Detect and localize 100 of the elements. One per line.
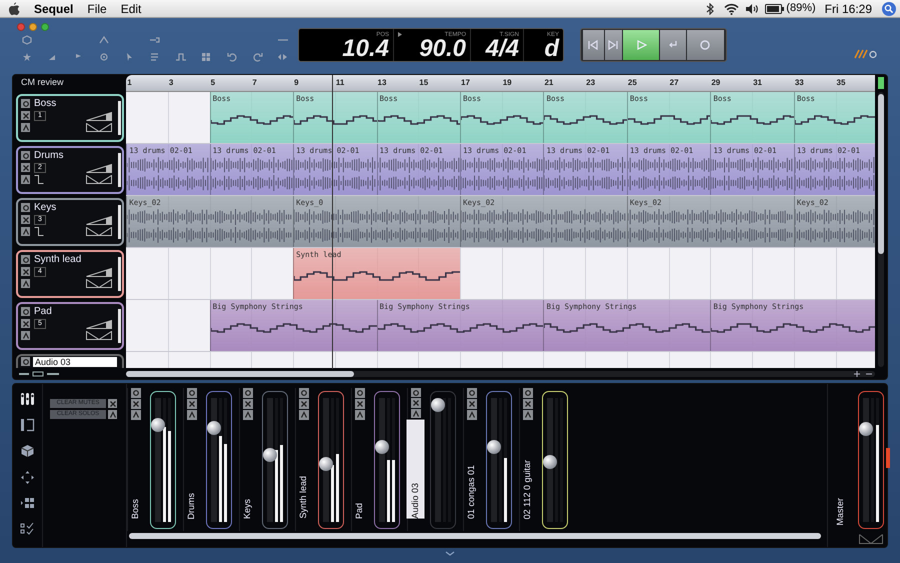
gear-icon[interactable]: [98, 52, 109, 62]
cube-icon[interactable]: [20, 444, 35, 458]
record-button[interactable]: [686, 30, 724, 60]
vertical-scrollbar[interactable]: [877, 77, 886, 367]
redo-icon[interactable]: [252, 52, 263, 62]
channel-fader[interactable]: [318, 391, 344, 529]
mute-button[interactable]: [243, 399, 253, 409]
pan-icon[interactable]: [86, 227, 112, 236]
volume-wedge-icon[interactable]: [86, 268, 112, 276]
list-icon[interactable]: [150, 52, 160, 62]
fader-knob[interactable]: [487, 440, 501, 454]
mute-button[interactable]: [467, 399, 477, 409]
record-arm-button[interactable]: [243, 388, 253, 398]
solo-button[interactable]: [187, 410, 197, 420]
app-menu[interactable]: Sequel: [34, 0, 74, 18]
mute-button[interactable]: [355, 399, 365, 409]
wrench-icon[interactable]: [150, 34, 160, 44]
record-arm-button[interactable]: [411, 388, 421, 398]
undo-icon[interactable]: [226, 52, 237, 62]
record-arm-button[interactable]: [131, 388, 141, 398]
mute-button[interactable]: [131, 399, 141, 409]
pan-icon[interactable]: [86, 175, 112, 184]
bluetooth-icon[interactable]: [706, 2, 714, 14]
pan-icon[interactable]: [86, 331, 112, 340]
solo-button[interactable]: [467, 410, 477, 420]
mute-button[interactable]: [21, 215, 30, 224]
speaker-arrow-icon[interactable]: [278, 52, 288, 62]
speaker-icon[interactable]: [745, 2, 760, 14]
solo-button[interactable]: [108, 410, 117, 419]
record-arm-button[interactable]: [21, 151, 30, 160]
horizontal-scrollbar[interactable]: [126, 370, 876, 378]
minimize-button[interactable]: [29, 23, 37, 31]
mute-button[interactable]: [21, 111, 30, 120]
end-button[interactable]: [604, 30, 622, 60]
solo-button[interactable]: [21, 227, 30, 236]
wifi-icon[interactable]: [724, 2, 740, 14]
battery-icon[interactable]: [765, 4, 784, 14]
step-icon[interactable]: [176, 52, 186, 62]
move-arrows-icon[interactable]: [20, 470, 35, 484]
zoom-button[interactable]: [41, 23, 49, 31]
checklist-icon[interactable]: [20, 522, 35, 536]
record-arm-button[interactable]: [355, 388, 365, 398]
volume-wedge-icon[interactable]: [86, 112, 112, 120]
solo-button[interactable]: [355, 410, 365, 420]
channel-fader[interactable]: [430, 391, 456, 529]
solo-button[interactable]: [523, 410, 533, 420]
solo-button[interactable]: [21, 331, 30, 340]
channel-fader[interactable]: [262, 391, 288, 529]
mute-button[interactable]: [21, 163, 30, 172]
fader-knob[interactable]: [263, 448, 277, 462]
menubar-clock[interactable]: Fri 16:29: [824, 0, 872, 18]
grid-icon[interactable]: [20, 496, 35, 510]
record-arm-button[interactable]: [21, 99, 30, 108]
fader-knob[interactable]: [207, 421, 221, 436]
mute-button[interactable]: [299, 399, 309, 409]
channel-fader[interactable]: [150, 391, 176, 529]
record-arm-button[interactable]: [21, 357, 30, 366]
search-icon[interactable]: [882, 2, 896, 16]
mute-button[interactable]: [187, 399, 197, 409]
wedge-icon[interactable]: [858, 534, 882, 544]
mixer-icon[interactable]: [20, 392, 35, 406]
mute-button[interactable]: [21, 267, 30, 276]
record-arm-button[interactable]: [467, 388, 477, 398]
apple-icon[interactable]: [8, 2, 20, 16]
solo-button[interactable]: [243, 410, 253, 420]
channel-fader[interactable]: [374, 391, 400, 529]
channel-fader[interactable]: [206, 391, 232, 529]
record-arm-button[interactable]: [21, 307, 30, 316]
pan-icon[interactable]: [86, 123, 112, 132]
fader-knob[interactable]: [431, 398, 445, 412]
curve-tool-icon[interactable]: [98, 34, 109, 44]
solo-button[interactable]: [21, 175, 30, 184]
mute-button[interactable]: [411, 398, 421, 408]
timeline-ruler[interactable]: 1 3 5 7 9 11 13 15 17 19 21 23 25 27 29 31 33 35: [126, 75, 876, 92]
fader-knob[interactable]: [319, 457, 333, 472]
solo-button[interactable]: [411, 408, 421, 418]
horizontal-scrollbar[interactable]: [129, 533, 821, 539]
volume-wedge-icon[interactable]: [86, 164, 112, 172]
zoom-controls-icon[interactable]: [19, 371, 59, 377]
mute-button[interactable]: [523, 399, 533, 409]
solo-button[interactable]: [131, 410, 141, 420]
solo-button[interactable]: [299, 410, 309, 420]
chevron-down-icon[interactable]: [445, 551, 455, 556]
fader-knob[interactable]: [543, 455, 557, 470]
channel-fader[interactable]: [486, 391, 512, 529]
record-arm-button[interactable]: [21, 203, 30, 212]
menu-item[interactable]: File: [87, 0, 107, 18]
record-arm-button[interactable]: [187, 388, 197, 398]
solo-button[interactable]: [21, 123, 30, 132]
star-icon[interactable]: [22, 52, 32, 62]
pointer-icon[interactable]: [124, 52, 134, 62]
fader-knob[interactable]: [151, 418, 165, 432]
volume-wedge-icon[interactable]: [86, 320, 112, 328]
fader-knob[interactable]: [858, 422, 872, 436]
start-button[interactable]: [583, 30, 604, 60]
record-arm-button[interactable]: [523, 388, 533, 398]
track-header[interactable]: Audio 03: [16, 354, 124, 368]
record-arm-button[interactable]: [21, 255, 30, 264]
fader-knob[interactable]: [375, 440, 389, 454]
solo-button[interactable]: [21, 279, 30, 288]
